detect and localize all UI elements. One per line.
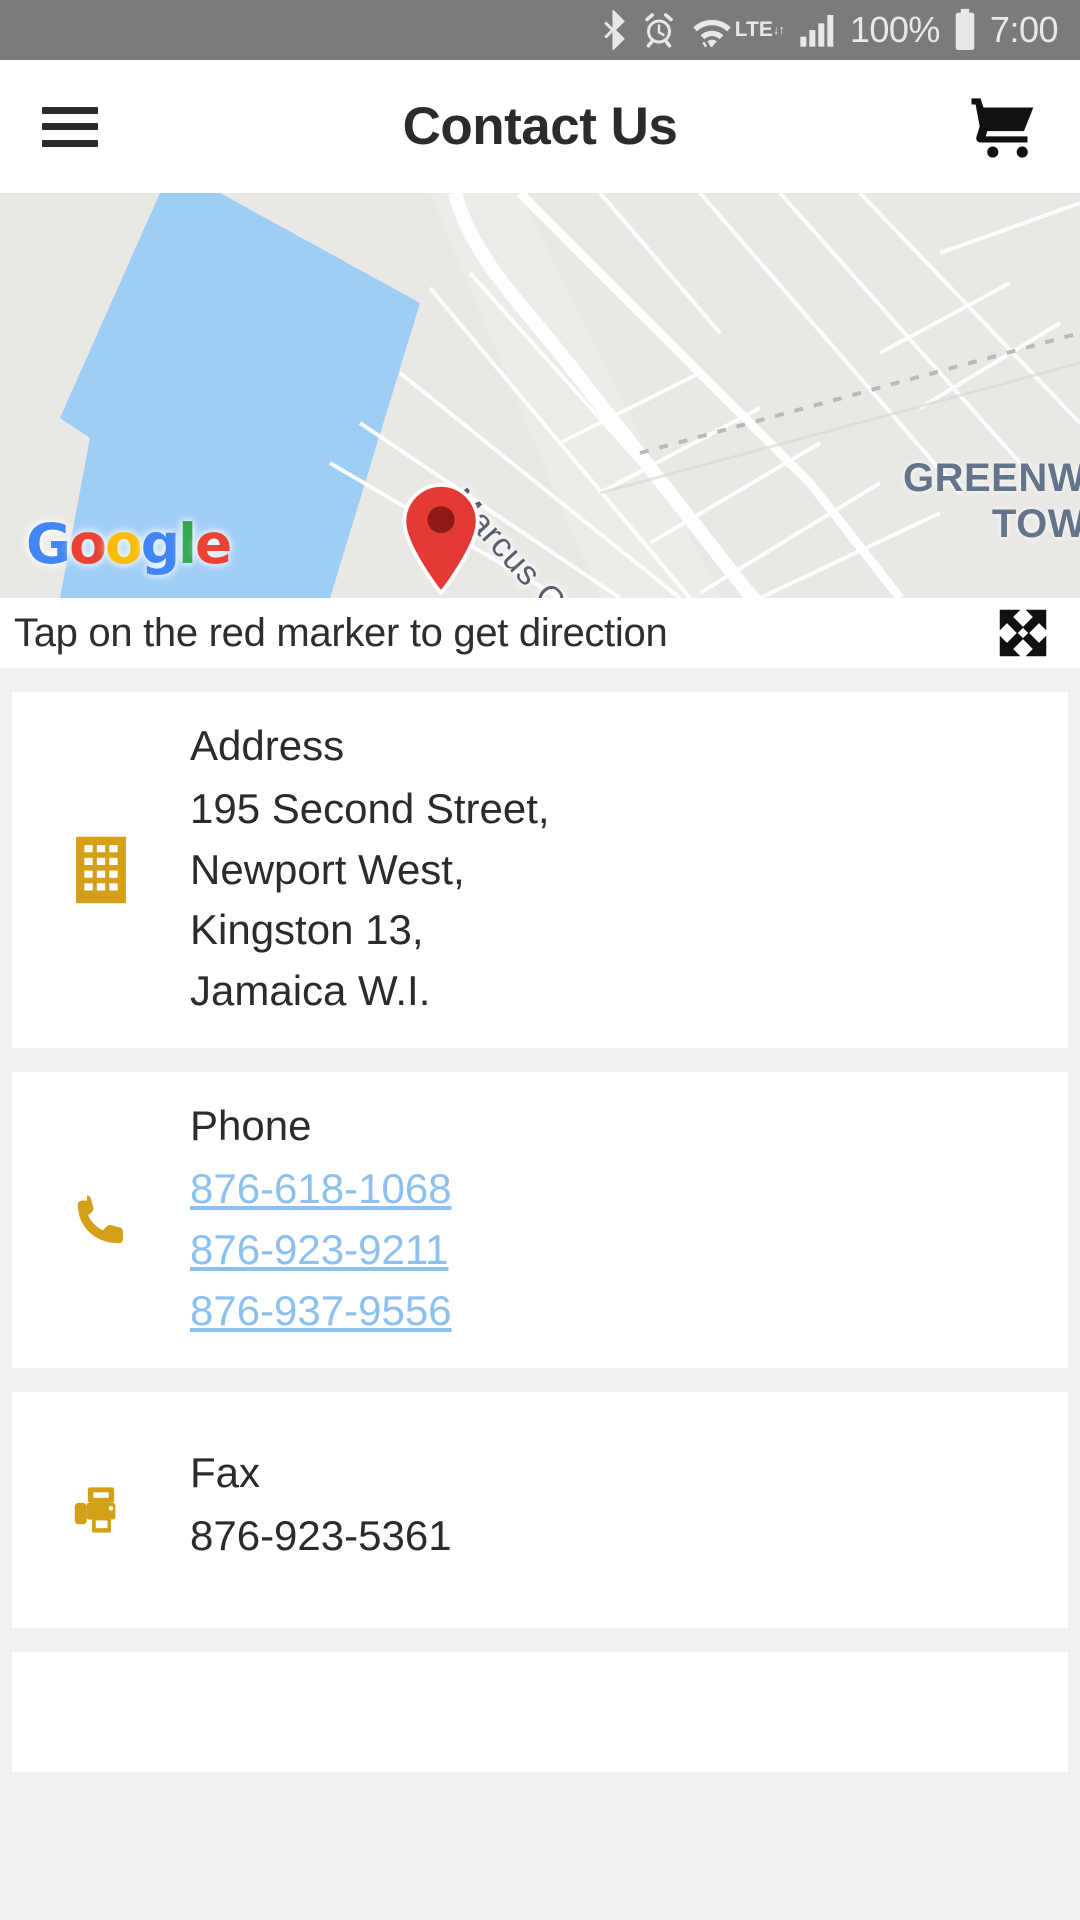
building-icon bbox=[12, 834, 190, 906]
contact-card-next-partial bbox=[12, 1651, 1068, 1772]
wifi-icon bbox=[689, 9, 735, 51]
map-hint-bar: Tap on the red marker to get direction bbox=[0, 598, 1080, 668]
shopping-cart-icon[interactable] bbox=[968, 92, 1038, 162]
bluetooth-icon bbox=[599, 10, 629, 50]
phone-icon bbox=[12, 1189, 190, 1251]
address-line-3: Kingston 13, bbox=[190, 906, 424, 954]
contact-card-fax: Fax 876-923-5361 bbox=[12, 1391, 1068, 1628]
map-place-label: GREENW TOW bbox=[903, 455, 1080, 547]
signal-icon bbox=[796, 10, 838, 50]
map-hint-label: Tap on the red marker to get direction bbox=[14, 610, 668, 655]
fax-icon bbox=[12, 1481, 190, 1539]
contact-card-phone: Phone 876-618-1068 876-923-9211 876-937-… bbox=[12, 1072, 1068, 1368]
contact-cards-list: Address 195 Second Street, Newport West,… bbox=[0, 668, 1080, 1772]
fax-number: 876-923-5361 bbox=[190, 1511, 452, 1559]
lte-label: LTE bbox=[734, 17, 773, 41]
battery-percent-label: 100% bbox=[849, 9, 941, 50]
phone-link-1[interactable]: 876-618-1068 bbox=[190, 1159, 452, 1220]
fax-body: Fax 876-923-5361 bbox=[190, 1427, 452, 1593]
fullscreen-expand-icon[interactable] bbox=[992, 602, 1054, 664]
battery-icon bbox=[952, 8, 978, 52]
status-bar: LTE ↓↑ 100% 7:00 bbox=[0, 0, 1080, 60]
page-title: Contact Us bbox=[402, 97, 678, 156]
phone-body: Phone 876-618-1068 876-923-9211 876-937-… bbox=[190, 1072, 452, 1367]
map-marker-icon[interactable] bbox=[398, 482, 484, 597]
google-letter-G: G bbox=[26, 512, 71, 576]
google-letter-o1: o bbox=[69, 512, 107, 576]
lte-icon: LTE ↓↑ bbox=[734, 17, 785, 41]
app-bar: Contact Us bbox=[0, 60, 1080, 193]
phone-label: Phone bbox=[190, 1102, 312, 1150]
hamburger-bar bbox=[42, 139, 98, 147]
address-line-4: Jamaica W.I. bbox=[190, 967, 431, 1015]
google-letter-e: e bbox=[194, 512, 232, 576]
map-place-label-line1: GREENW bbox=[903, 456, 1080, 500]
clock-label: 7:00 bbox=[989, 9, 1059, 50]
phone-link-2[interactable]: 876-923-9211 bbox=[190, 1220, 452, 1281]
google-letter-o2: o bbox=[104, 512, 143, 576]
alarm-icon bbox=[641, 10, 677, 50]
hamburger-menu-icon[interactable] bbox=[42, 106, 98, 147]
address-line-1: 195 Second Street, bbox=[190, 784, 550, 832]
lte-arrows-icon: ↓↑ bbox=[772, 22, 785, 38]
contact-card-address: Address 195 Second Street, Newport West,… bbox=[12, 692, 1068, 1049]
google-letter-l: l bbox=[178, 512, 197, 576]
hamburger-bar bbox=[42, 106, 98, 114]
map-place-label-line2: TOW bbox=[991, 502, 1080, 546]
address-body: Address 195 Second Street, Newport West,… bbox=[190, 692, 550, 1048]
phone-link-3[interactable]: 876-937-9556 bbox=[190, 1281, 452, 1342]
address-label: Address bbox=[190, 722, 345, 769]
google-attribution-logo: Google bbox=[26, 512, 232, 576]
fax-label: Fax bbox=[190, 1448, 261, 1496]
map-view[interactable]: Marcus Garvey Dr GREENW TOW Google bbox=[0, 193, 1080, 598]
hamburger-bar bbox=[42, 123, 98, 130]
address-line-2: Newport West, bbox=[190, 845, 465, 893]
google-letter-g: g bbox=[140, 512, 180, 576]
